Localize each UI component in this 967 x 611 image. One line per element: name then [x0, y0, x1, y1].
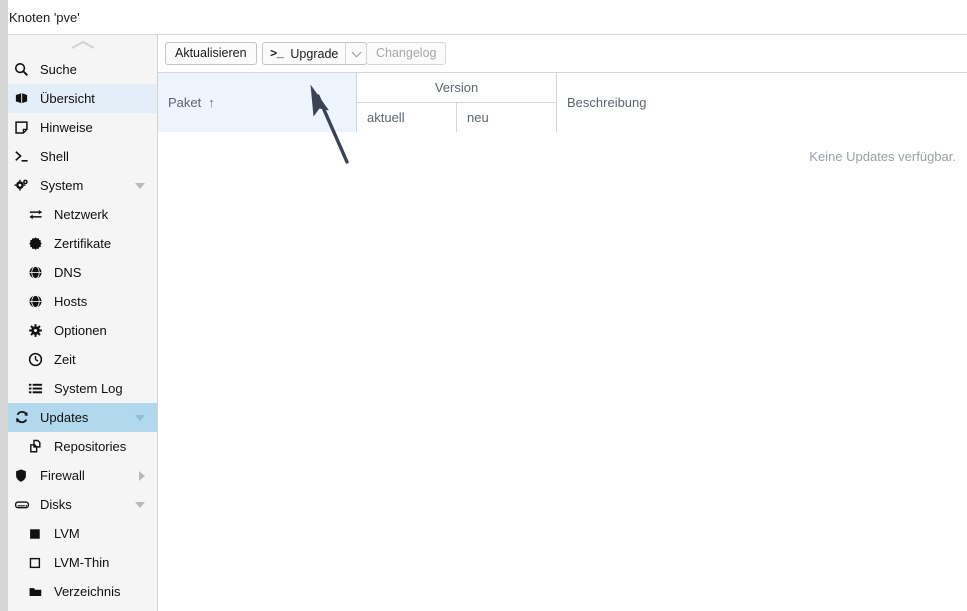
sidebar-item-disks[interactable]: Disks [8, 490, 157, 519]
sidebar-item-verzeichnis[interactable]: Verzeichnis [8, 577, 157, 606]
repositories-icon [28, 439, 48, 455]
column-header-label: Version [434, 80, 479, 95]
disk-icon [14, 497, 34, 513]
sidebar-item-label: Shell [40, 148, 69, 164]
sidebar-nav-list: Suche Übersicht Hinweise Shell System Ne… [8, 35, 157, 611]
lvm-icon [28, 526, 48, 542]
sidebar: Suche Übersicht Hinweise Shell System Ne… [0, 35, 158, 611]
sidebar-item-uebersicht[interactable]: Übersicht [8, 84, 157, 113]
sidebar-item-optionen[interactable]: Optionen [8, 316, 157, 345]
folder-icon [28, 584, 48, 600]
column-header-label: neu [467, 110, 489, 125]
network-icon [28, 207, 48, 223]
sidebar-item-label: Optionen [54, 322, 107, 338]
sidebar-scroll-up-button[interactable] [8, 35, 157, 55]
sidebar-item-label: Zertifikate [54, 235, 112, 251]
sidebar-item-lvm[interactable]: LVM [8, 519, 157, 548]
upgrade-split-button[interactable]: >_ Upgrade [262, 42, 368, 65]
sidebar-item-label: Firewall [40, 467, 85, 483]
updates-toolbar: Aktualisieren >_ Upgrade Changelog [158, 35, 967, 72]
sidebar-item-hinweise[interactable]: Hinweise [8, 113, 157, 142]
main-content: Aktualisieren >_ Upgrade Changelog Paket… [158, 35, 967, 611]
titlebar-gutter [0, 0, 8, 35]
sidebar-item-repositories[interactable]: Repositories [8, 432, 157, 461]
grid-header-row: Paket ↑ Version aktuell neu Beschreibung [158, 73, 967, 132]
sidebar-item-netzwerk[interactable]: Netzwerk [8, 200, 157, 229]
sidebar-item-label: Zeit [54, 351, 76, 367]
column-header-label: Beschreibung [567, 95, 647, 110]
terminal-icon [14, 149, 34, 165]
proxmox-ve-app: Knoten 'pve' Suche Übersicht Hinweise Sh… [0, 0, 967, 611]
sidebar-item-lvm-thin[interactable]: LVM-Thin [8, 548, 157, 577]
sidebar-item-label: Suche [40, 61, 77, 77]
clock-icon [28, 352, 48, 368]
refresh-button[interactable]: Aktualisieren [165, 42, 257, 65]
globe-icon [28, 294, 48, 310]
sidebar-item-label: Disks [40, 496, 72, 512]
column-header-version-aktuell[interactable]: aktuell [357, 103, 457, 132]
sidebar-item-shell[interactable]: Shell [8, 142, 157, 171]
sidebar-item-label: Übersicht [40, 90, 95, 106]
column-header-version-group[interactable]: Version [357, 73, 557, 103]
sidebar-item-system[interactable]: System [8, 171, 157, 200]
lvm-thin-icon [28, 555, 48, 571]
sidebar-item-suche[interactable]: Suche [8, 55, 157, 84]
column-header-beschreibung[interactable]: Beschreibung [557, 73, 967, 132]
terminal-icon: >_ [270, 46, 284, 61]
gear-icon [28, 323, 48, 339]
sidebar-item-label: System [40, 177, 84, 193]
certificate-icon [28, 236, 48, 252]
column-header-label: Paket [168, 95, 202, 110]
window-titlebar: Knoten 'pve' [0, 0, 967, 35]
changelog-button[interactable]: Changelog [366, 42, 447, 65]
gears-icon [14, 178, 34, 194]
note-icon [14, 120, 34, 136]
sidebar-item-label: Netzwerk [54, 206, 109, 222]
updates-grid: Paket ↑ Version aktuell neu Beschreibung [158, 72, 967, 611]
search-icon [14, 62, 34, 78]
chevron-down-icon [351, 47, 362, 57]
upgrade-button[interactable]: >_ Upgrade [263, 43, 345, 64]
sidebar-item-zeit[interactable]: Zeit [8, 345, 157, 374]
sidebar-item-label: DNS [54, 264, 82, 280]
page-title: Knoten 'pve' [9, 10, 80, 25]
column-header-label: aktuell [367, 110, 405, 125]
sidebar-item-label: Hinweise [40, 119, 93, 135]
sidebar-item-label: Verzeichnis [54, 583, 121, 599]
upgrade-button-label: Upgrade [290, 46, 339, 61]
globe-icon [28, 265, 48, 281]
book-icon [14, 91, 34, 107]
chevron-down-icon[interactable] [135, 183, 145, 189]
chevron-right-icon[interactable] [139, 471, 145, 481]
sidebar-gutter [0, 35, 8, 611]
sidebar-item-label: Hosts [54, 293, 88, 309]
sort-ascending-icon: ↑ [208, 95, 215, 110]
sidebar-item-updates[interactable]: Updates [8, 403, 157, 432]
sidebar-item-label: System Log [54, 380, 123, 396]
upgrade-menu-toggle[interactable] [345, 43, 366, 64]
empty-state-message: Keine Updates verfügbar. [809, 149, 956, 164]
list-icon [28, 381, 48, 397]
sidebar-item-firewall[interactable]: Firewall [8, 461, 157, 490]
sidebar-item-label: LVM-Thin [54, 554, 110, 570]
chevron-down-icon[interactable] [135, 502, 145, 508]
sidebar-item-hosts[interactable]: Hosts [8, 287, 157, 316]
refresh-icon [14, 410, 34, 426]
column-header-version-neu[interactable]: neu [457, 103, 557, 132]
shield-icon [14, 468, 34, 484]
sidebar-item-label: Repositories [54, 438, 127, 454]
sidebar-item-label: LVM [54, 525, 80, 541]
sidebar-item-zertifikate[interactable]: Zertifikate [8, 229, 157, 258]
chevron-down-icon[interactable] [135, 415, 145, 421]
sidebar-item-label: Updates [40, 409, 89, 425]
grid-body: Keine Updates verfügbar. [158, 132, 967, 611]
column-header-paket[interactable]: Paket ↑ [158, 73, 357, 132]
sidebar-item-system-log[interactable]: System Log [8, 374, 157, 403]
sidebar-item-dns[interactable]: DNS [8, 258, 157, 287]
chevron-up-icon [71, 40, 95, 49]
